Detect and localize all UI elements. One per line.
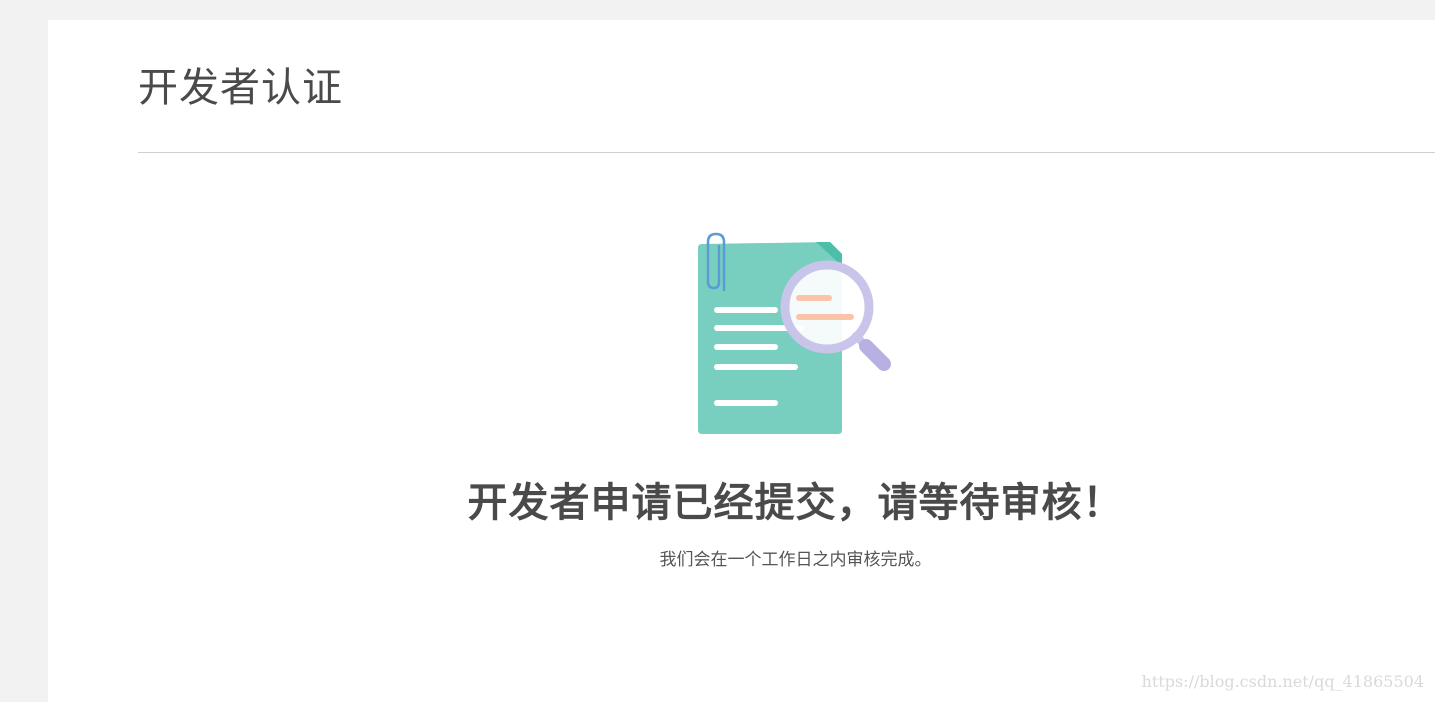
- magnifier-handle: [859, 339, 891, 371]
- doc-line: [714, 400, 778, 406]
- doc-line: [714, 307, 778, 313]
- title-divider: [138, 152, 1435, 153]
- status-headline: 开发者申请已经提交，请等待审核！: [467, 480, 1124, 526]
- magnifier-line: [796, 295, 832, 301]
- page-title: 开发者认证: [138, 65, 343, 111]
- doc-line: [714, 344, 778, 350]
- document-review-icon: [698, 232, 891, 434]
- watermark-text: https://blog.csdn.net/qq_41865504: [1141, 672, 1424, 691]
- main-panel: 开发者认证 开发者申请已经提交，请等待审核！ 我们会在一个工作日之内审核完成。: [48, 20, 1435, 702]
- doc-line: [714, 364, 798, 370]
- magnifier-line: [796, 314, 854, 320]
- status-subtext: 我们会在一个工作日之内审核完成。: [659, 550, 932, 570]
